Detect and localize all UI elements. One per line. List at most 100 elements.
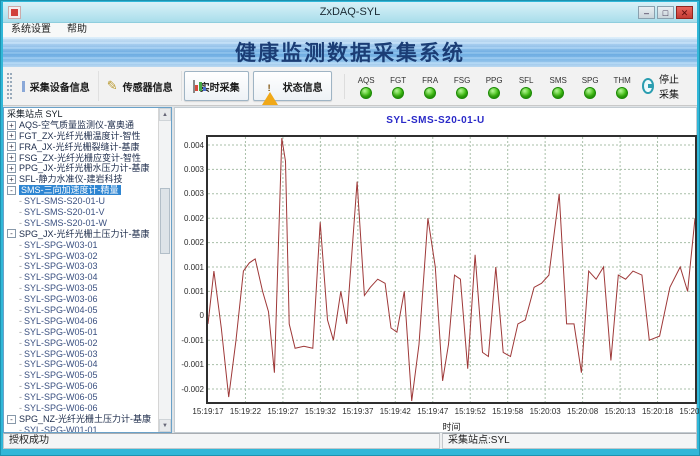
toolbar-grip-icon <box>7 73 12 99</box>
tree-leaf-syl-spg-w06-06[interactable]: -SYL-SPG-W06-06 <box>4 403 158 414</box>
expand-icon[interactable]: + <box>7 153 16 162</box>
tree-leaf-syl-spg-w03-04[interactable]: -SYL-SPG-W03-04 <box>4 272 158 283</box>
green-led-icon <box>520 87 532 99</box>
channel-indicators: AQSFGTFRAFSGPPGSFLSMSSPGTHM <box>344 74 642 99</box>
stop-circle-icon <box>642 78 654 94</box>
y-tick-label: 0.002 <box>175 214 204 223</box>
indicator-label: THM <box>613 76 630 85</box>
tree-leaf-syl-spg-w03-03[interactable]: -SYL-SPG-W03-03 <box>4 261 158 272</box>
x-tick-label: 15:19:32 <box>301 407 339 416</box>
tree-leaf-syl-spg-w06-05[interactable]: -SYL-SPG-W06-05 <box>4 392 158 403</box>
tree-leaf-label: SYL-SPG-W06-06 <box>24 403 98 413</box>
warning-triangle-icon <box>262 81 278 92</box>
tree-leaf-syl-spg-w04-06[interactable]: -SYL-SPG-W04-06 <box>4 316 158 327</box>
tree-leaf-syl-spg-w03-06[interactable]: -SYL-SPG-W03-06 <box>4 294 158 305</box>
tree-node-sfl[interactable]: +SFL-静力水准仪-建岩科技 <box>4 174 158 185</box>
expand-icon[interactable]: + <box>7 142 16 151</box>
green-led-icon <box>392 87 404 99</box>
status-station: 采集站点:SYL <box>442 433 697 449</box>
tree-leaf-syl-spg-w03-02[interactable]: -SYL-SPG-W03-02 <box>4 251 158 262</box>
bar-chart-icon <box>193 81 195 92</box>
scroll-down-icon[interactable]: ▼ <box>159 419 171 432</box>
tree-leaf-syl-spg-w03-05[interactable]: -SYL-SPG-W03-05 <box>4 283 158 294</box>
station-tree: 采集站点 SYL+AQS-空气质量监测仪-富奥通+FGT_ZX-光纤光栅温度计-… <box>4 109 158 432</box>
expand-icon[interactable]: + <box>7 175 16 184</box>
tree-node-sms[interactable]: -SMS-三向加速度计-精量 <box>4 185 158 196</box>
status-info-button[interactable]: 状态信息 <box>253 71 332 101</box>
collapse-icon[interactable]: - <box>7 415 16 424</box>
tree-leaf-syl-sms-s20-01-v[interactable]: -SYL-SMS-S20-01-V <box>4 207 158 218</box>
tree-leaf-syl-spg-w05-01[interactable]: -SYL-SPG-W05-01 <box>4 327 158 338</box>
x-tick-label: 15:19:58 <box>489 407 527 416</box>
tree-node-label: SMS-三向加速度计-精量 <box>19 185 121 195</box>
tree-scrollbar[interactable]: ▲ ▼ <box>158 108 171 432</box>
maximize-button[interactable]: □ <box>657 6 674 19</box>
status-info-label: 状态信息 <box>283 79 323 94</box>
tree-node-aqs[interactable]: +AQS-空气质量监测仪-富奥通 <box>4 120 158 131</box>
collapse-icon[interactable]: - <box>7 229 16 238</box>
app-icon <box>8 6 21 19</box>
tree-node-spg-nz[interactable]: -SPG_NZ-光纤光栅土压力计-基康 <box>4 414 158 425</box>
scrollbar-thumb[interactable] <box>160 188 170 254</box>
tree-leaf-syl-spg-w05-05[interactable]: -SYL-SPG-W05-05 <box>4 370 158 381</box>
tree-leaf-syl-spg-w05-03[interactable]: -SYL-SPG-W05-03 <box>4 349 158 360</box>
tree-leaf-syl-spg-w05-02[interactable]: -SYL-SPG-W05-02 <box>4 338 158 349</box>
title-bar: ZxDAQ-SYL – □ ✕ <box>3 2 697 23</box>
tree-node-spg-jx[interactable]: -SPG_JX-光纤光栅土压力计-基康 <box>4 229 158 240</box>
tree-leaf-label: SYL-SPG-W05-05 <box>24 370 98 380</box>
menu-item-help[interactable]: 帮助 <box>59 23 95 37</box>
x-axis-title: 时间 <box>208 420 695 433</box>
device-info-button[interactable]: 采集设备信息 <box>14 71 99 101</box>
indicator-label: AQS <box>358 76 375 85</box>
indicator-thm: THM <box>611 76 634 99</box>
collapse-icon[interactable]: - <box>7 186 16 195</box>
tree-leaf-label: SYL-SPG-W05-02 <box>24 338 98 348</box>
status-message: 授权成功 <box>3 433 440 449</box>
tree-node-ppg-jx[interactable]: +PPG_JX-光纤光栅水压力计-基康 <box>4 163 158 174</box>
tree-node-fsg-zx[interactable]: +FSG_ZX-光纤光栅应变计-智性 <box>4 153 158 164</box>
x-tick-label: 15:20:13 <box>601 407 639 416</box>
station-tree-panel: 采集站点 SYL+AQS-空气质量监测仪-富奥通+FGT_ZX-光纤光栅温度计-… <box>3 107 172 433</box>
realtime-collect-button[interactable]: 实时采集 <box>184 71 249 101</box>
tree-leaf-label: SYL-SPG-W06-05 <box>24 392 98 402</box>
indicator-ppg: PPG <box>483 76 506 99</box>
green-led-icon <box>360 87 372 99</box>
tree-leaf-syl-spg-w01-01[interactable]: -SYL-SPG-W01-01 <box>4 425 158 432</box>
x-tick-label: 15:19:47 <box>414 407 452 416</box>
tree-leaf-syl-spg-w04-05[interactable]: -SYL-SPG-W04-05 <box>4 305 158 316</box>
tree-leaf-label: SYL-SPG-W04-06 <box>24 316 98 326</box>
tree-leaf-syl-spg-w05-04[interactable]: -SYL-SPG-W05-04 <box>4 359 158 370</box>
stop-collect-button[interactable]: 停止采集 <box>642 71 687 101</box>
minimize-button[interactable]: – <box>638 6 655 19</box>
indicator-fsg: FSG <box>451 76 474 99</box>
tree-node-fra-jx[interactable]: +FRA_JX-光纤光栅裂缝计-基康 <box>4 142 158 153</box>
tree-leaf-label: SYL-SPG-W05-03 <box>24 349 98 359</box>
tree-leaf-label: SYL-SMS-S20-01-V <box>24 207 105 217</box>
device-info-label: 采集设备信息 <box>30 79 90 94</box>
tree-connector: - <box>19 359 22 369</box>
tree-connector: - <box>19 425 22 432</box>
tree-connector: - <box>19 218 22 228</box>
y-tick-label: 0.003 <box>175 189 204 198</box>
scroll-up-icon[interactable]: ▲ <box>159 108 171 121</box>
y-tick-label: 0.004 <box>175 141 204 150</box>
y-tick-label: 0.002 <box>175 238 204 247</box>
chart-plot <box>206 135 697 404</box>
expand-icon[interactable]: + <box>7 121 16 130</box>
expand-icon[interactable]: + <box>7 164 16 173</box>
banner: 健康监测数据采集系统 <box>3 37 697 67</box>
menu-item-system-settings[interactable]: 系统设置 <box>3 23 59 37</box>
stop-collect-label: 停止采集 <box>659 71 687 101</box>
y-tick-label: 0.001 <box>175 287 204 296</box>
x-tick-label: 15:19:42 <box>376 407 414 416</box>
expand-icon[interactable]: + <box>7 131 16 140</box>
tree-node-fgt-zx[interactable]: +FGT_ZX-光纤光栅温度计-智性 <box>4 131 158 142</box>
tree-leaf-syl-sms-s20-01-w[interactable]: -SYL-SMS-S20-01-W <box>4 218 158 229</box>
pencil-icon: ✎ <box>107 80 118 93</box>
tree-leaf-syl-spg-w03-01[interactable]: -SYL-SPG-W03-01 <box>4 240 158 251</box>
sensor-info-button[interactable]: ✎传感器信息 <box>99 71 182 101</box>
tree-leaf-syl-spg-w05-06[interactable]: -SYL-SPG-W05-06 <box>4 381 158 392</box>
tree-root[interactable]: 采集站点 SYL <box>4 109 158 120</box>
tree-leaf-syl-sms-s20-01-u[interactable]: -SYL-SMS-S20-01-U <box>4 196 158 207</box>
close-button[interactable]: ✕ <box>676 6 693 19</box>
